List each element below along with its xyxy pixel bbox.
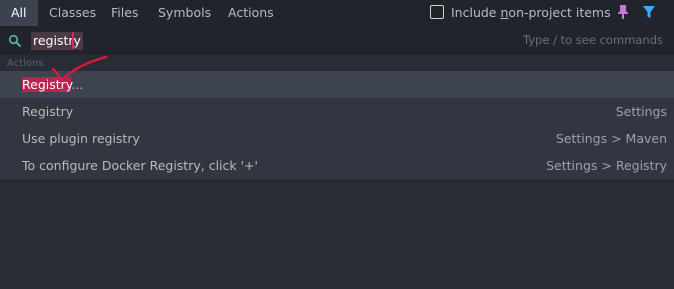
pin-icon[interactable] bbox=[617, 4, 629, 20]
result-label: To configure Docker Registry, click '+' bbox=[22, 158, 258, 173]
group-label: Actions bbox=[7, 58, 44, 69]
result-row-registry-settings[interactable]: Registry Settings bbox=[0, 98, 674, 125]
search-input[interactable]: registry bbox=[31, 32, 83, 50]
include-non-project-label[interactable]: Include non-project items bbox=[451, 0, 611, 25]
filter-icon[interactable] bbox=[642, 4, 656, 20]
result-location: Settings > Maven bbox=[555, 131, 667, 146]
search-icon bbox=[8, 34, 22, 48]
search-hint: Type / to see commands bbox=[523, 33, 663, 47]
tab-actions[interactable]: Actions bbox=[228, 0, 274, 26]
red-checkmark-annotation bbox=[51, 55, 108, 83]
result-location: Settings bbox=[615, 104, 667, 119]
tab-files[interactable]: Files bbox=[111, 0, 138, 26]
tab-all[interactable]: All bbox=[0, 0, 38, 26]
text-caret bbox=[72, 32, 74, 49]
result-location: Settings > Registry bbox=[546, 158, 667, 173]
search-bar: registry Type / to see commands bbox=[0, 26, 674, 55]
result-label: Registry bbox=[22, 104, 74, 119]
tab-symbols[interactable]: Symbols bbox=[158, 0, 211, 26]
result-label: Use plugin registry bbox=[22, 131, 140, 146]
tab-bar: All Classes Files Symbols Actions Includ… bbox=[0, 0, 674, 26]
result-row-docker-registry[interactable]: To configure Docker Registry, click '+' … bbox=[0, 152, 674, 179]
include-non-project-checkbox[interactable] bbox=[430, 5, 444, 19]
result-row-plugin-registry[interactable]: Use plugin registry Settings > Maven bbox=[0, 125, 674, 152]
tab-classes[interactable]: Classes bbox=[49, 0, 96, 26]
